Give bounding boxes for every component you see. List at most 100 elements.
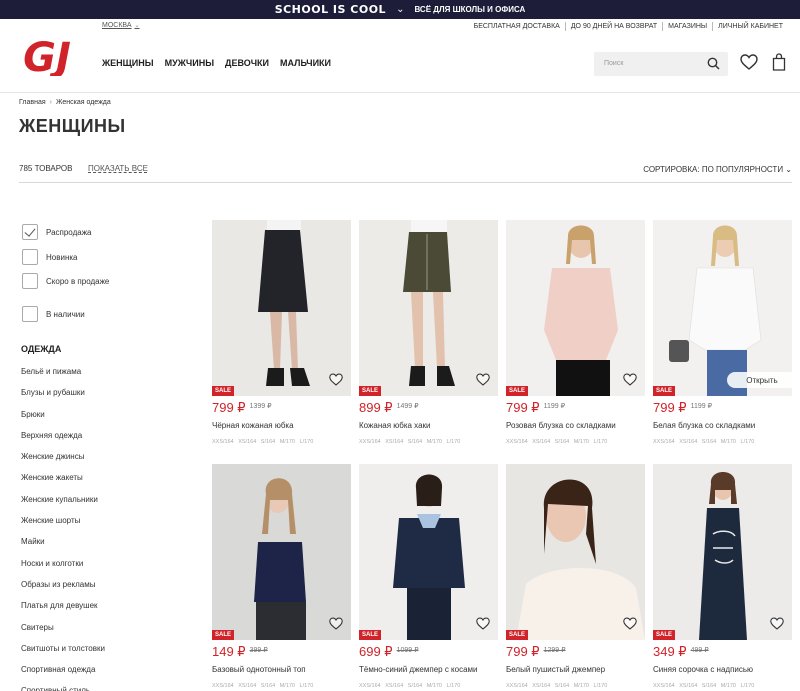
product-photo[interactable]: SALE [653, 464, 792, 640]
open-button[interactable]: Открыть [727, 372, 792, 388]
breadcrumb: Главная › Женская одежда [19, 99, 111, 106]
product-price: 899 ₽1499 ₽ [359, 399, 419, 417]
product-photo[interactable]: SALE [359, 220, 498, 396]
category-item[interactable]: Женские шорты [21, 516, 105, 537]
product-price: 799 ₽1399 ₽ [212, 399, 272, 417]
category-item[interactable]: Спортивный стиль [21, 686, 105, 691]
filter-in-stock[interactable]: В наличии [22, 306, 85, 322]
category-item[interactable]: Свитшоты и толстовки [21, 644, 105, 665]
category-item[interactable]: Женские джинсы [21, 452, 105, 473]
favorite-heart-icon[interactable] [329, 617, 343, 630]
category-item[interactable]: Блузы и рубашки [21, 388, 105, 409]
checkbox-new[interactable] [22, 249, 38, 265]
favorite-heart-icon[interactable] [476, 617, 490, 630]
product-name[interactable]: Белый пушистый джемпер [506, 665, 605, 674]
chevron-down-icon[interactable]: ⌄ [396, 4, 404, 15]
product-image [653, 220, 792, 396]
category-item[interactable]: Свитеры [21, 623, 105, 644]
product-name[interactable]: Тёмно-синий джемпер с косами [359, 665, 478, 674]
search-icon[interactable] [707, 57, 720, 70]
product-photo[interactable]: SALE [359, 464, 498, 640]
nav-girls[interactable]: ДЕВОЧКИ [225, 58, 269, 68]
product-price: 699 ₽1099 ₽ [359, 643, 419, 661]
favorite-heart-icon[interactable] [329, 373, 343, 386]
category-item[interactable]: Спортивная одежда [21, 665, 105, 686]
gj-logo[interactable]: GJ [18, 34, 76, 76]
product-price: 149 ₽399 ₽ [212, 643, 268, 661]
product-photo[interactable]: SALE [506, 220, 645, 396]
category-item[interactable]: Женские купальники [21, 495, 105, 516]
link-stores[interactable]: МАГАЗИНЫ [663, 22, 714, 31]
city-selector[interactable]: МОСКВА ⌄ [102, 22, 140, 29]
filter-sale[interactable]: Распродажа [22, 224, 92, 240]
product-price: 799 ₽1199 ₽ [506, 399, 565, 417]
breadcrumb-current[interactable]: Женская одежда [56, 99, 111, 106]
old-price: 499 ₽ [690, 647, 709, 654]
show-all-link[interactable]: ПОКАЗАТЬ ВСЕ [88, 164, 148, 173]
current-price: 799 ₽ [506, 400, 540, 415]
checkbox-coming-soon[interactable] [22, 273, 38, 289]
sale-badge: SALE [506, 386, 529, 396]
product-image [212, 220, 351, 396]
filter-new[interactable]: Новинка [22, 249, 78, 265]
product-photo[interactable]: SALE [506, 464, 645, 640]
old-price: 1199 ₽ [543, 403, 566, 410]
old-price: 399 ₽ [249, 647, 268, 654]
category-item[interactable]: Майки [21, 537, 105, 558]
product-photo[interactable]: SALE [212, 220, 351, 396]
product-name[interactable]: Синяя сорочка с надписью [653, 665, 753, 674]
category-item[interactable]: Верхняя одежда [21, 431, 105, 452]
product-image [359, 464, 498, 640]
product-name[interactable]: Чёрная кожаная юбка [212, 421, 294, 430]
product-name[interactable]: Розовая блузка со складками [506, 421, 616, 430]
top-links: БЕСПЛАТНАЯ ДОСТАВКА ДО 90 ДНЕЙ НА ВОЗВРА… [474, 22, 783, 31]
product-image [506, 220, 645, 396]
product-name[interactable]: Белая блузка со складками [653, 421, 755, 430]
product-image [653, 464, 792, 640]
product-name[interactable]: Базовый однотонный топ [212, 665, 306, 674]
current-price: 799 ₽ [212, 400, 246, 415]
category-item[interactable]: Бельё и пижама [21, 367, 105, 388]
nav-boys[interactable]: МАЛЬЧИКИ [280, 58, 331, 68]
current-price: 799 ₽ [506, 644, 540, 659]
category-item[interactable]: Носки и колготки [21, 559, 105, 580]
category-list: Бельё и пижама Блузы и рубашки Брюки Верхня… [21, 367, 105, 691]
favorite-heart-icon[interactable] [623, 373, 637, 386]
product-name[interactable]: Кожаная юбка хаки [359, 421, 431, 430]
link-account[interactable]: ЛИЧНЫЙ КАБИНЕТ [713, 22, 783, 31]
product-sizes: XXS/164 XS/164 S/164 M/170 L/170 [359, 683, 461, 689]
search-input[interactable]: Поиск [594, 52, 728, 76]
header-divider [0, 92, 800, 93]
category-item[interactable]: Женские жакеты [21, 473, 105, 494]
product-image [506, 464, 645, 640]
filter-coming-soon[interactable]: Скоро в продаже [22, 273, 109, 289]
category-item[interactable]: Платья для девушек [21, 601, 105, 622]
link-free-delivery[interactable]: БЕСПЛАТНАЯ ДОСТАВКА [474, 22, 566, 31]
checkbox-sale[interactable] [22, 224, 38, 240]
category-item[interactable]: Образы из рекламы [21, 580, 105, 601]
favorite-heart-icon[interactable] [770, 617, 784, 630]
checkbox-in-stock[interactable] [22, 306, 38, 322]
old-price: 1299 ₽ [543, 647, 566, 654]
product-image [212, 464, 351, 640]
promo-banner[interactable]: SCHOOL IS COOL ⌄ ВСЁ ДЛЯ ШКОЛЫ И ОФИСА [0, 0, 800, 19]
product-count: 785 ТОВАРОВ [19, 164, 73, 173]
favorite-heart-icon[interactable] [476, 373, 490, 386]
breadcrumb-home[interactable]: Главная [19, 99, 46, 106]
nav-men[interactable]: МУЖЧИНЫ [165, 58, 214, 68]
product-sizes: XXS/164 XS/164 S/164 M/170 L/170 [212, 439, 314, 445]
link-returns[interactable]: ДО 90 ДНЕЙ НА ВОЗВРАТ [566, 22, 664, 31]
current-price: 899 ₽ [359, 400, 393, 415]
sort-dropdown[interactable]: СОРТИРОВКА: ПО ПОПУЛЯРНОСТИ ⌄ [643, 165, 792, 174]
nav-women[interactable]: ЖЕНЩИНЫ [102, 58, 154, 68]
sale-badge: SALE [653, 386, 676, 396]
product-photo[interactable]: SALE Открыть [653, 220, 792, 396]
favorite-heart-icon[interactable] [623, 617, 637, 630]
category-item[interactable]: Брюки [21, 410, 105, 431]
product-photo[interactable]: SALE [212, 464, 351, 640]
product-price: 799 ₽1199 ₽ [653, 399, 712, 417]
favorites-heart-icon[interactable] [740, 54, 758, 70]
current-price: 799 ₽ [653, 400, 687, 415]
promo-title: SCHOOL IS COOL [274, 3, 387, 16]
shopping-bag-icon[interactable] [772, 53, 786, 71]
